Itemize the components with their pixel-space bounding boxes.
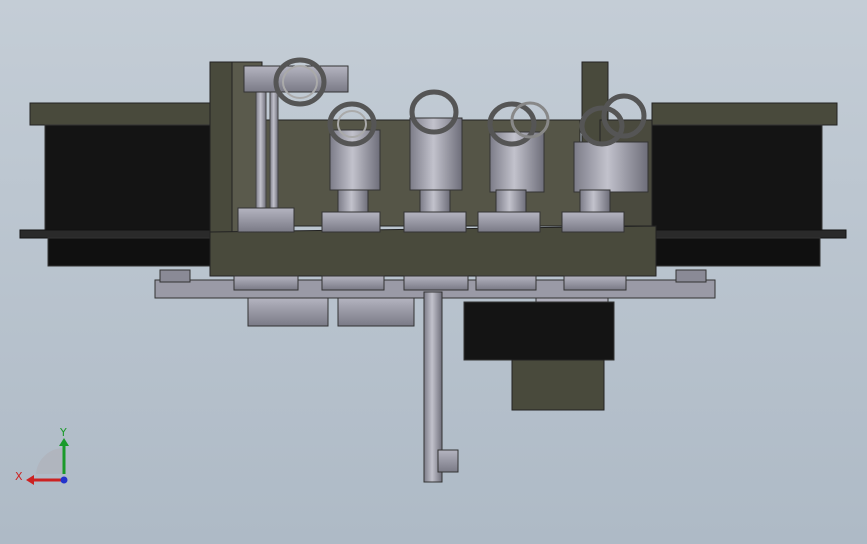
bottom-motor	[463, 301, 615, 411]
x-axis-label: X	[15, 470, 23, 483]
y-axis-arrow	[59, 438, 69, 446]
left-motor	[19, 102, 213, 267]
y-axis-label: Y	[59, 426, 67, 439]
x-axis-arrow	[26, 475, 34, 485]
cad-viewport[interactable]: Y X	[0, 0, 867, 544]
right-motor	[651, 102, 847, 267]
vertical-arm	[423, 291, 459, 483]
axis-triad: Y X	[15, 426, 69, 485]
z-axis-dot	[60, 476, 68, 484]
assembly-drawing: Y X	[15, 57, 847, 485]
